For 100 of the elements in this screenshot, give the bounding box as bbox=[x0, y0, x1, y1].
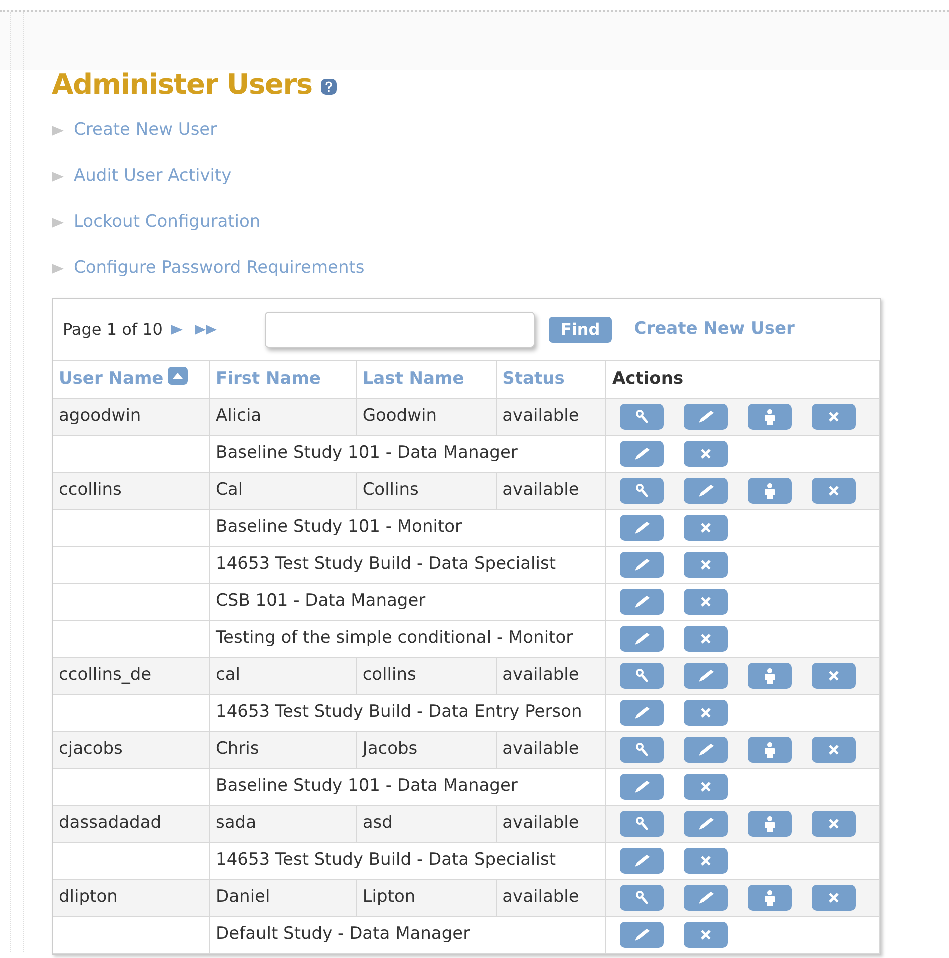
edit-button[interactable] bbox=[684, 810, 728, 836]
table-cell: available bbox=[502, 812, 580, 833]
x-icon bbox=[700, 448, 712, 460]
pencil-icon bbox=[632, 852, 652, 868]
edit-button[interactable] bbox=[620, 848, 664, 874]
table-cell: Lipton bbox=[362, 886, 416, 907]
edit-button[interactable] bbox=[684, 478, 728, 504]
table-cell: Collins bbox=[362, 480, 419, 500]
x-icon bbox=[828, 410, 840, 422]
nav-link[interactable]: Lockout Configuration bbox=[74, 210, 261, 236]
next-page-icon[interactable] bbox=[170, 324, 183, 334]
column-header: Actions bbox=[612, 368, 684, 390]
role-button[interactable] bbox=[748, 736, 792, 762]
pencil-icon bbox=[696, 816, 716, 832]
edit-button[interactable] bbox=[684, 662, 728, 688]
remove-button[interactable] bbox=[812, 884, 856, 910]
role-cell: Baseline Study 101 - Data Manager bbox=[216, 442, 518, 463]
search-field[interactable] bbox=[264, 312, 535, 348]
edit-button[interactable] bbox=[684, 736, 728, 762]
view-button[interactable] bbox=[620, 810, 664, 836]
person-icon bbox=[763, 408, 778, 424]
create-user-link[interactable]: Create New User bbox=[634, 316, 795, 342]
find-button[interactable]: Find bbox=[548, 316, 612, 342]
x-icon bbox=[700, 632, 712, 644]
role-cell: Default Study - Data Manager bbox=[216, 924, 470, 944]
role-button[interactable] bbox=[748, 404, 792, 430]
table-cell: dlipton bbox=[59, 886, 118, 907]
remove-button[interactable] bbox=[684, 514, 728, 540]
edit-button[interactable] bbox=[620, 774, 664, 800]
x-icon bbox=[700, 928, 712, 940]
view-button[interactable] bbox=[620, 736, 664, 762]
table-cell: ccollins_de bbox=[59, 664, 152, 685]
edit-button[interactable] bbox=[684, 404, 728, 430]
nav-link[interactable]: Create New User bbox=[74, 118, 218, 144]
magnifier-icon bbox=[634, 482, 650, 498]
table-cell: available bbox=[502, 406, 580, 426]
remove-button[interactable] bbox=[684, 588, 728, 614]
x-icon bbox=[700, 780, 712, 792]
role-button[interactable] bbox=[748, 810, 792, 836]
edit-button[interactable] bbox=[684, 884, 728, 910]
remove-button[interactable] bbox=[812, 478, 856, 504]
column-header[interactable]: First Name bbox=[216, 366, 321, 392]
remove-button[interactable] bbox=[684, 552, 728, 578]
triangle-icon bbox=[52, 218, 64, 228]
edit-button[interactable] bbox=[620, 588, 664, 614]
pencil-icon bbox=[632, 778, 652, 794]
pencil-icon bbox=[632, 704, 652, 720]
remove-button[interactable] bbox=[684, 440, 728, 466]
page-label: Page 1 of 10 bbox=[63, 318, 163, 340]
edit-button[interactable] bbox=[620, 552, 664, 578]
pencil-icon bbox=[632, 594, 652, 610]
remove-button[interactable] bbox=[684, 700, 728, 726]
edit-button[interactable] bbox=[620, 626, 664, 652]
column-header[interactable]: Last Name bbox=[362, 366, 464, 392]
table-cell: available bbox=[502, 480, 580, 500]
table-cell: Alicia bbox=[216, 406, 262, 426]
role-button[interactable] bbox=[748, 884, 792, 910]
help-icon[interactable] bbox=[320, 78, 338, 96]
nav-link[interactable]: Configure Password Requirements bbox=[74, 256, 365, 282]
x-icon bbox=[828, 744, 840, 756]
x-icon bbox=[700, 522, 712, 534]
magnifier-icon bbox=[634, 668, 650, 684]
role-cell: Testing of the simple conditional - Monitor bbox=[216, 628, 574, 648]
table-cell: sada bbox=[216, 812, 257, 833]
remove-button[interactable] bbox=[684, 626, 728, 652]
last-page-icon[interactable] bbox=[194, 324, 217, 334]
edit-button[interactable] bbox=[620, 440, 664, 466]
remove-button[interactable] bbox=[812, 810, 856, 836]
view-button[interactable] bbox=[620, 884, 664, 910]
table-cell: ccollins bbox=[59, 480, 122, 500]
view-button[interactable] bbox=[620, 478, 664, 504]
sort-up-icon[interactable] bbox=[168, 367, 188, 386]
remove-button[interactable] bbox=[684, 922, 728, 948]
person-icon bbox=[763, 816, 778, 832]
table-cell: asd bbox=[362, 812, 393, 833]
pencil-icon bbox=[696, 482, 716, 498]
edit-button[interactable] bbox=[620, 922, 664, 948]
pencil-icon bbox=[632, 520, 652, 536]
triangle-icon bbox=[52, 172, 64, 182]
table-cell: available bbox=[502, 664, 580, 685]
role-button[interactable] bbox=[748, 478, 792, 504]
person-icon bbox=[763, 890, 778, 906]
role-cell: Baseline Study 101 - Data Manager bbox=[216, 776, 518, 796]
edit-button[interactable] bbox=[620, 514, 664, 540]
view-button[interactable] bbox=[620, 662, 664, 688]
view-button[interactable] bbox=[620, 404, 664, 430]
remove-button[interactable] bbox=[812, 662, 856, 688]
remove-button[interactable] bbox=[812, 404, 856, 430]
remove-button[interactable] bbox=[684, 848, 728, 874]
remove-button[interactable] bbox=[812, 736, 856, 762]
triangle-icon bbox=[52, 264, 64, 274]
column-header[interactable]: Status bbox=[502, 366, 565, 392]
edit-button[interactable] bbox=[620, 700, 664, 726]
nav-link[interactable]: Audit User Activity bbox=[74, 164, 232, 190]
x-icon bbox=[700, 854, 712, 866]
role-button[interactable] bbox=[748, 662, 792, 688]
table-cell: cjacobs bbox=[59, 738, 123, 759]
remove-button[interactable] bbox=[684, 774, 728, 800]
column-header[interactable]: User Name bbox=[59, 366, 164, 392]
table-cell: cal bbox=[216, 664, 241, 685]
